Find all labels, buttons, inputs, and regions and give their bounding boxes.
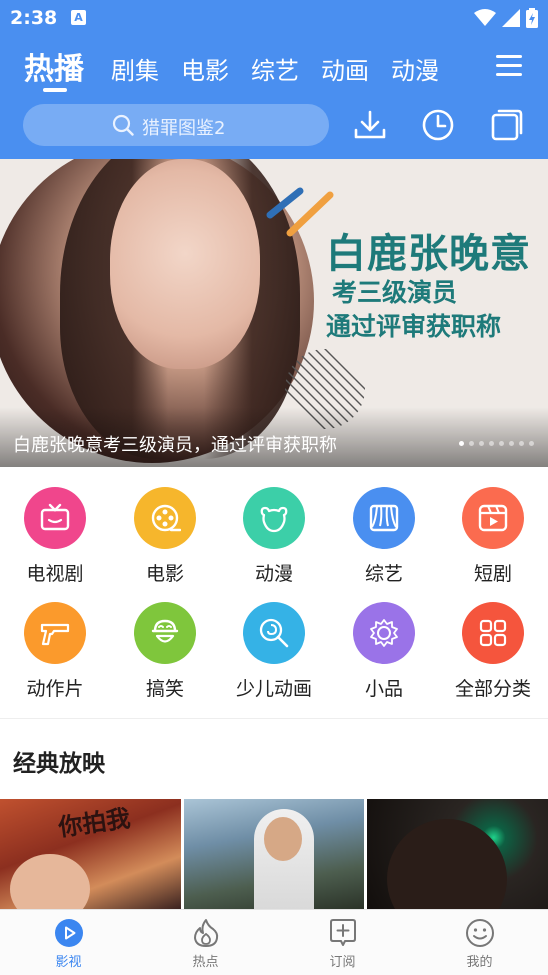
section-title: 经典放映 (13, 751, 105, 777)
nav-profile[interactable]: 我的 (411, 910, 548, 975)
category-action[interactable]: 动作片 (0, 602, 110, 701)
nav-hot[interactable]: 热点 (137, 910, 274, 975)
pagination-dot (499, 441, 504, 446)
pagination-dot (459, 441, 464, 446)
pagination-dot (489, 441, 494, 446)
section-divider (0, 718, 548, 719)
grid-icon (479, 619, 507, 647)
nav-label: 热点 (192, 955, 219, 970)
movie-poster[interactable] (184, 799, 364, 909)
category-label: 动作片 (26, 678, 84, 700)
tv-icon (40, 503, 70, 531)
banner-title: 白鹿张晚意 (326, 231, 531, 277)
history-icon[interactable] (421, 108, 455, 142)
gun-icon (40, 623, 70, 646)
subscribe-plus-icon (329, 919, 356, 946)
download-icon[interactable] (353, 108, 387, 142)
status-bar: 2:38 A (0, 0, 548, 36)
category-label: 动漫 (254, 563, 293, 585)
category-label: 全部分类 (454, 678, 531, 700)
bottom-navigation: 影视 热点 订阅 我的 (0, 909, 548, 975)
pagination-dot (469, 441, 474, 446)
category-label: 电视剧 (26, 563, 84, 585)
category-kids-animation[interactable]: 少儿动画 (219, 602, 329, 701)
bear-icon (260, 506, 288, 533)
movie-poster[interactable]: 你拍我 (0, 799, 181, 909)
category-sketch[interactable]: 小品 (329, 602, 439, 701)
smile-icon (465, 919, 494, 947)
category-all[interactable]: 全部分类 (438, 602, 548, 701)
curtain-icon (369, 504, 399, 532)
search-placeholder: 猎罪图鉴2 (142, 118, 226, 139)
lion-icon (370, 619, 398, 647)
category-comedy[interactable]: 搞笑 (110, 602, 220, 701)
category-tv-series[interactable]: 电视剧 (0, 487, 110, 586)
nav-label: 影视 (55, 955, 82, 970)
notification-icon: A (71, 10, 86, 25)
hero-banner[interactable]: 白鹿张晚意 考三级演员 通过评审获职称 白鹿张晚意考三级演员，通过评审获职称 (0, 159, 548, 467)
windows-icon[interactable] (490, 108, 524, 142)
laugh-face-icon (151, 619, 179, 643)
category-movies[interactable]: 电影 (110, 487, 220, 586)
search-icon (112, 114, 134, 136)
nav-label: 订阅 (329, 955, 356, 970)
status-time: 2:38 (10, 7, 58, 29)
active-tab-indicator (43, 88, 67, 92)
play-window-icon (478, 504, 508, 532)
category-label: 电影 (145, 563, 184, 585)
category-anime[interactable]: 动漫 (219, 487, 329, 586)
battery-icon (526, 8, 538, 28)
banner-subtitle-1: 考三级演员 (332, 278, 458, 307)
tab-hot[interactable]: 热播 (24, 44, 84, 92)
category-label: 少儿动画 (235, 678, 312, 700)
tab-anime[interactable]: 动漫 (391, 44, 439, 86)
play-circle-icon (54, 919, 83, 947)
category-tabs: 热播 剧集 电影 综艺 动画 动漫 (24, 44, 461, 92)
category-short-drama[interactable]: 短剧 (438, 487, 548, 586)
menu-icon[interactable] (496, 53, 524, 77)
tab-animation[interactable]: 动画 (321, 44, 369, 86)
pagination-dot (479, 441, 484, 446)
search-input[interactable]: 猎罪图鉴2 (23, 104, 329, 146)
lollipop-icon (259, 618, 289, 648)
banner-pagination (459, 441, 534, 446)
status-icons (474, 7, 538, 29)
flame-icon (193, 919, 218, 947)
category-variety[interactable]: 综艺 (329, 487, 439, 586)
poster-title-text: 你拍我 (56, 804, 132, 842)
nav-subscribe[interactable]: 订阅 (274, 910, 411, 975)
app-header: 2:38 A 热播 剧集 电影 综艺 动画 动漫 猎罪图鉴2 (0, 0, 548, 159)
category-label: 搞笑 (145, 678, 184, 700)
pagination-dot (509, 441, 514, 446)
nav-label: 我的 (466, 955, 493, 970)
film-reel-icon (151, 504, 181, 532)
banner-subtitle-2: 通过评审获职称 (326, 312, 502, 341)
category-label: 小品 (364, 678, 403, 700)
tab-movies[interactable]: 电影 (181, 44, 229, 86)
tab-series[interactable]: 剧集 (111, 44, 159, 86)
banner-caption: 白鹿张晚意考三级演员，通过评审获职称 (13, 435, 337, 456)
pagination-dot (529, 441, 534, 446)
category-label: 综艺 (364, 563, 403, 585)
category-label: 短剧 (473, 563, 512, 585)
tab-label: 热播 (24, 52, 84, 87)
pagination-dot (519, 441, 524, 446)
tab-variety[interactable]: 综艺 (251, 44, 299, 86)
signal-icon (502, 9, 520, 27)
nav-video[interactable]: 影视 (0, 910, 137, 975)
wifi-icon (474, 9, 496, 26)
movie-poster[interactable] (367, 799, 548, 909)
